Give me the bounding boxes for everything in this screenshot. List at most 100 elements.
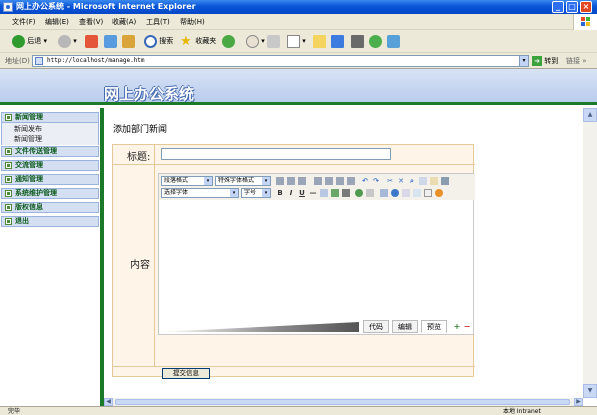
italic-button[interactable]: I xyxy=(287,189,295,197)
title-label: 标题: xyxy=(127,152,151,163)
unordered-list-icon[interactable] xyxy=(325,177,333,185)
history-button[interactable]: ▾ xyxy=(246,34,265,49)
menu-tools[interactable]: 工具(T) xyxy=(146,17,170,27)
web-link-icon[interactable] xyxy=(391,189,399,197)
menu-file[interactable]: 文件(F) xyxy=(12,17,36,27)
help-icon[interactable] xyxy=(435,189,443,197)
cut-icon[interactable]: ✂ xyxy=(386,177,394,185)
sidebar-item-notices[interactable]: 通知管理 xyxy=(1,174,99,185)
sidebar-item-logout[interactable]: 退出 xyxy=(1,216,99,227)
submit-button[interactable]: 提交信息 xyxy=(162,368,210,379)
folder-icon xyxy=(313,34,326,48)
horizontal-rule-icon[interactable]: — xyxy=(309,189,317,197)
close-button[interactable]: × xyxy=(580,1,592,13)
font-select[interactable]: 选择字体 ▾ xyxy=(161,188,239,198)
chevron-down-icon: ▾ xyxy=(262,177,270,185)
minimize-button[interactable]: _ xyxy=(552,1,564,13)
copy-icon[interactable] xyxy=(419,177,427,185)
home-icon xyxy=(122,34,135,48)
search-button[interactable]: 搜索 xyxy=(144,34,173,49)
banner: 网上办公系统 xyxy=(0,69,597,105)
ordered-list-icon[interactable] xyxy=(314,177,322,185)
favorites-button[interactable]: ★ 收藏夹 xyxy=(180,34,216,49)
address-dropdown-icon[interactable]: ▾ xyxy=(519,55,529,67)
insert-table-icon[interactable] xyxy=(320,189,328,197)
scroll-up-icon[interactable]: ▲ xyxy=(583,108,597,122)
tab-code[interactable]: 代码 xyxy=(363,320,389,333)
title-bar[interactable]: 网上办公系统 - Microsoft Internet Explorer _ □… xyxy=(0,0,597,14)
sidebar-subitem-news-manage[interactable]: 新闻管理 xyxy=(14,134,42,144)
special-char-icon[interactable] xyxy=(366,189,374,197)
find-icon[interactable]: ⌕ xyxy=(408,177,416,185)
news-form: 标题: 内容 段落格式 ▾ 特殊字体格式 ▾ 选择字体 ▾ 字号 ▾ ↶ ↷ ✂… xyxy=(112,144,475,379)
research-button[interactable] xyxy=(331,34,344,49)
bold-button[interactable]: B xyxy=(276,189,284,197)
refresh-button[interactable] xyxy=(104,34,117,49)
discuss-button[interactable] xyxy=(387,34,400,49)
print-button[interactable] xyxy=(267,34,280,49)
sidebar-item-news-management[interactable]: 新闻管理 xyxy=(1,112,99,123)
maximize-button[interactable]: □ xyxy=(566,1,578,13)
paragraph-format-select[interactable]: 段落格式 ▾ xyxy=(161,176,213,186)
form-divider xyxy=(113,164,475,165)
menu-edit[interactable]: 编辑(E) xyxy=(45,17,69,27)
paste-icon[interactable] xyxy=(430,177,438,185)
status-zone: 本地 Intranet xyxy=(503,408,541,415)
address-bar: 地址(D) http://localhost/manage.htm ▾ ➜ 转到… xyxy=(0,53,597,69)
menu-help[interactable]: 帮助(H) xyxy=(180,17,205,27)
indent-icon[interactable] xyxy=(347,177,355,185)
align-right-icon[interactable] xyxy=(298,177,306,185)
tab-preview[interactable]: 预览 xyxy=(421,320,447,333)
status-bar: 完毕 本地 Intranet xyxy=(0,406,597,415)
insert-flash-icon[interactable] xyxy=(342,189,350,197)
insert-image-icon[interactable] xyxy=(331,189,339,197)
align-left-icon[interactable] xyxy=(276,177,284,185)
special-format-select[interactable]: 特殊字体格式 ▾ xyxy=(215,176,271,186)
editor-footer-shade xyxy=(159,322,359,332)
stop-button[interactable] xyxy=(85,34,98,49)
sidebar-item-system-maintenance[interactable]: 系统维护管理 xyxy=(1,188,99,199)
folder-button[interactable] xyxy=(313,34,326,49)
go-button[interactable]: ➜ 转到 xyxy=(532,55,558,67)
address-input[interactable]: http://localhost/manage.htm xyxy=(32,55,529,67)
edit-button[interactable]: ▾ xyxy=(287,34,306,49)
shrink-editor-icon[interactable]: − xyxy=(463,323,471,331)
messenger-button[interactable] xyxy=(351,34,364,49)
redo-icon[interactable]: ↷ xyxy=(372,177,380,185)
enlarge-editor-icon[interactable]: + xyxy=(453,323,461,331)
insert-link-icon[interactable] xyxy=(380,189,388,197)
editor-toolbar: 段落格式 ▾ 特殊字体格式 ▾ 选择字体 ▾ 字号 ▾ ↶ ↷ ✂ ✕ ⌕ B … xyxy=(159,174,475,200)
outdent-icon[interactable] xyxy=(336,177,344,185)
remove-format-icon[interactable]: ✕ xyxy=(397,177,405,185)
underline-button[interactable]: U xyxy=(298,189,306,197)
vertical-scrollbar[interactable]: ▲ ▼ xyxy=(583,108,597,398)
sidebar-item-file-transfer[interactable]: 文件传送管理 xyxy=(1,146,99,157)
horizontal-scrollbar[interactable]: ◀ ▶ xyxy=(104,398,583,406)
sidebar-item-copyright[interactable]: 版权信息 xyxy=(1,202,99,213)
back-button[interactable]: 后退 ▾ xyxy=(12,34,47,49)
undo-icon[interactable]: ↶ xyxy=(361,177,369,185)
size-select[interactable]: 字号 ▾ xyxy=(241,188,271,198)
search-icon xyxy=(144,34,157,48)
links-button[interactable]: 链接 » xyxy=(566,55,587,67)
tab-edit[interactable]: 编辑 xyxy=(392,320,418,333)
insert-layer-icon[interactable] xyxy=(402,189,410,197)
menu-view[interactable]: 查看(V) xyxy=(79,17,103,27)
horizontal-scroll-thumb[interactable] xyxy=(115,399,570,405)
insert-div-icon[interactable] xyxy=(413,189,421,197)
forward-button[interactable]: ▾ xyxy=(58,34,77,49)
home-button[interactable] xyxy=(122,34,135,49)
menu-favorites[interactable]: 收藏(A) xyxy=(112,17,136,27)
settings-icon[interactable] xyxy=(441,177,449,185)
align-center-icon[interactable] xyxy=(287,177,295,185)
title-input[interactable] xyxy=(161,148,391,160)
scroll-down-icon[interactable]: ▼ xyxy=(583,384,597,398)
tools-button[interactable] xyxy=(369,34,382,49)
sidebar-subitem-news-publish[interactable]: 新闻发布 xyxy=(14,124,42,134)
scroll-right-icon[interactable]: ▶ xyxy=(574,398,583,406)
media-button[interactable] xyxy=(222,34,235,49)
sidebar-item-communication[interactable]: 交流管理 xyxy=(1,160,99,171)
new-document-icon[interactable] xyxy=(424,189,432,197)
scroll-left-icon[interactable]: ◀ xyxy=(104,398,113,406)
insert-media-icon[interactable] xyxy=(355,189,363,197)
